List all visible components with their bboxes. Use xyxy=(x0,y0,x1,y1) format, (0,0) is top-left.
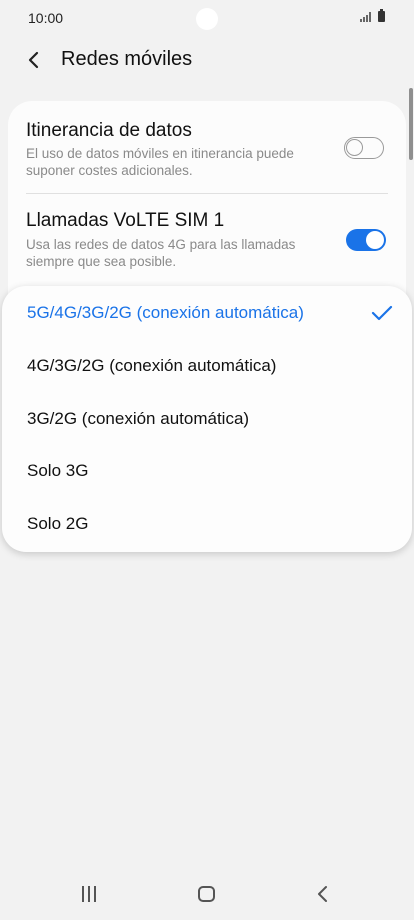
option-label: 3G/2G (conexión automática) xyxy=(27,409,250,428)
signal-icon xyxy=(360,12,371,22)
setting-description: El uso de datos móviles en itinerancia p… xyxy=(26,146,294,178)
scrollbar[interactable] xyxy=(409,88,413,160)
chevron-left-icon xyxy=(28,51,39,69)
battery-icon xyxy=(378,9,385,22)
header: Redes móviles xyxy=(0,38,414,82)
roaming-toggle[interactable] xyxy=(344,137,384,159)
option-solo-3g[interactable]: Solo 3G xyxy=(2,447,412,497)
status-time: 10:00 xyxy=(28,10,64,26)
check-icon xyxy=(371,305,393,321)
navigation-bar xyxy=(0,868,414,920)
option-label: Solo 3G xyxy=(27,461,89,480)
toggle-knob xyxy=(366,231,384,249)
option-5g-4g-3g-2g[interactable]: 5G/4G/3G/2G (conexión automática) xyxy=(2,289,412,339)
setting-roaming[interactable]: Itinerancia de datos El uso de datos móv… xyxy=(8,101,406,193)
setting-title: Itinerancia de datos xyxy=(26,120,192,141)
volte-toggle[interactable] xyxy=(346,229,386,251)
recent-apps-icon[interactable] xyxy=(82,886,100,907)
setting-title: Llamadas VoLTE SIM 1 xyxy=(26,210,225,231)
setting-description: Usa las redes de datos 4G para las llama… xyxy=(26,237,296,269)
option-label: 4G/3G/2G (conexión automática) xyxy=(27,356,277,375)
setting-volte[interactable]: Llamadas VoLTE SIM 1 Usa las redes de da… xyxy=(8,194,406,289)
status-bar: 10:00 xyxy=(0,0,414,36)
toggle-knob xyxy=(346,139,363,156)
page-title: Redes móviles xyxy=(61,48,193,70)
option-label: Solo 2G xyxy=(27,514,89,533)
option-3g-2g[interactable]: 3G/2G (conexión automática) xyxy=(2,395,412,445)
home-icon[interactable] xyxy=(198,886,215,902)
option-solo-2g[interactable]: Solo 2G xyxy=(2,500,412,550)
option-label: 5G/4G/3G/2G (conexión automática) xyxy=(27,303,304,322)
back-button[interactable] xyxy=(16,44,52,76)
back-icon[interactable] xyxy=(316,884,330,904)
camera-cutout xyxy=(196,8,218,30)
option-4g-3g-2g[interactable]: 4G/3G/2G (conexión automática) xyxy=(2,342,412,392)
network-mode-dropdown: 5G/4G/3G/2G (conexión automática) 4G/3G/… xyxy=(2,286,412,552)
